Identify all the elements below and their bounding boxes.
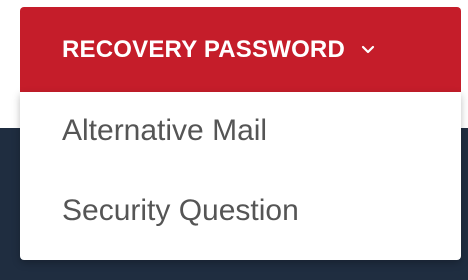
recovery-password-button[interactable]: RECOVERY PASSWORD [20,7,461,92]
chevron-down-icon [361,45,375,53]
recovery-password-label: RECOVERY PASSWORD [62,35,345,63]
dropdown-menu: Alternative Mail Security Question [20,92,461,260]
recovery-password-dropdown: RECOVERY PASSWORD Alternative Mail Secur… [20,7,461,260]
menu-item-security-question[interactable]: Security Question [62,194,299,228]
menu-item-alternative-mail[interactable]: Alternative Mail [62,114,267,148]
